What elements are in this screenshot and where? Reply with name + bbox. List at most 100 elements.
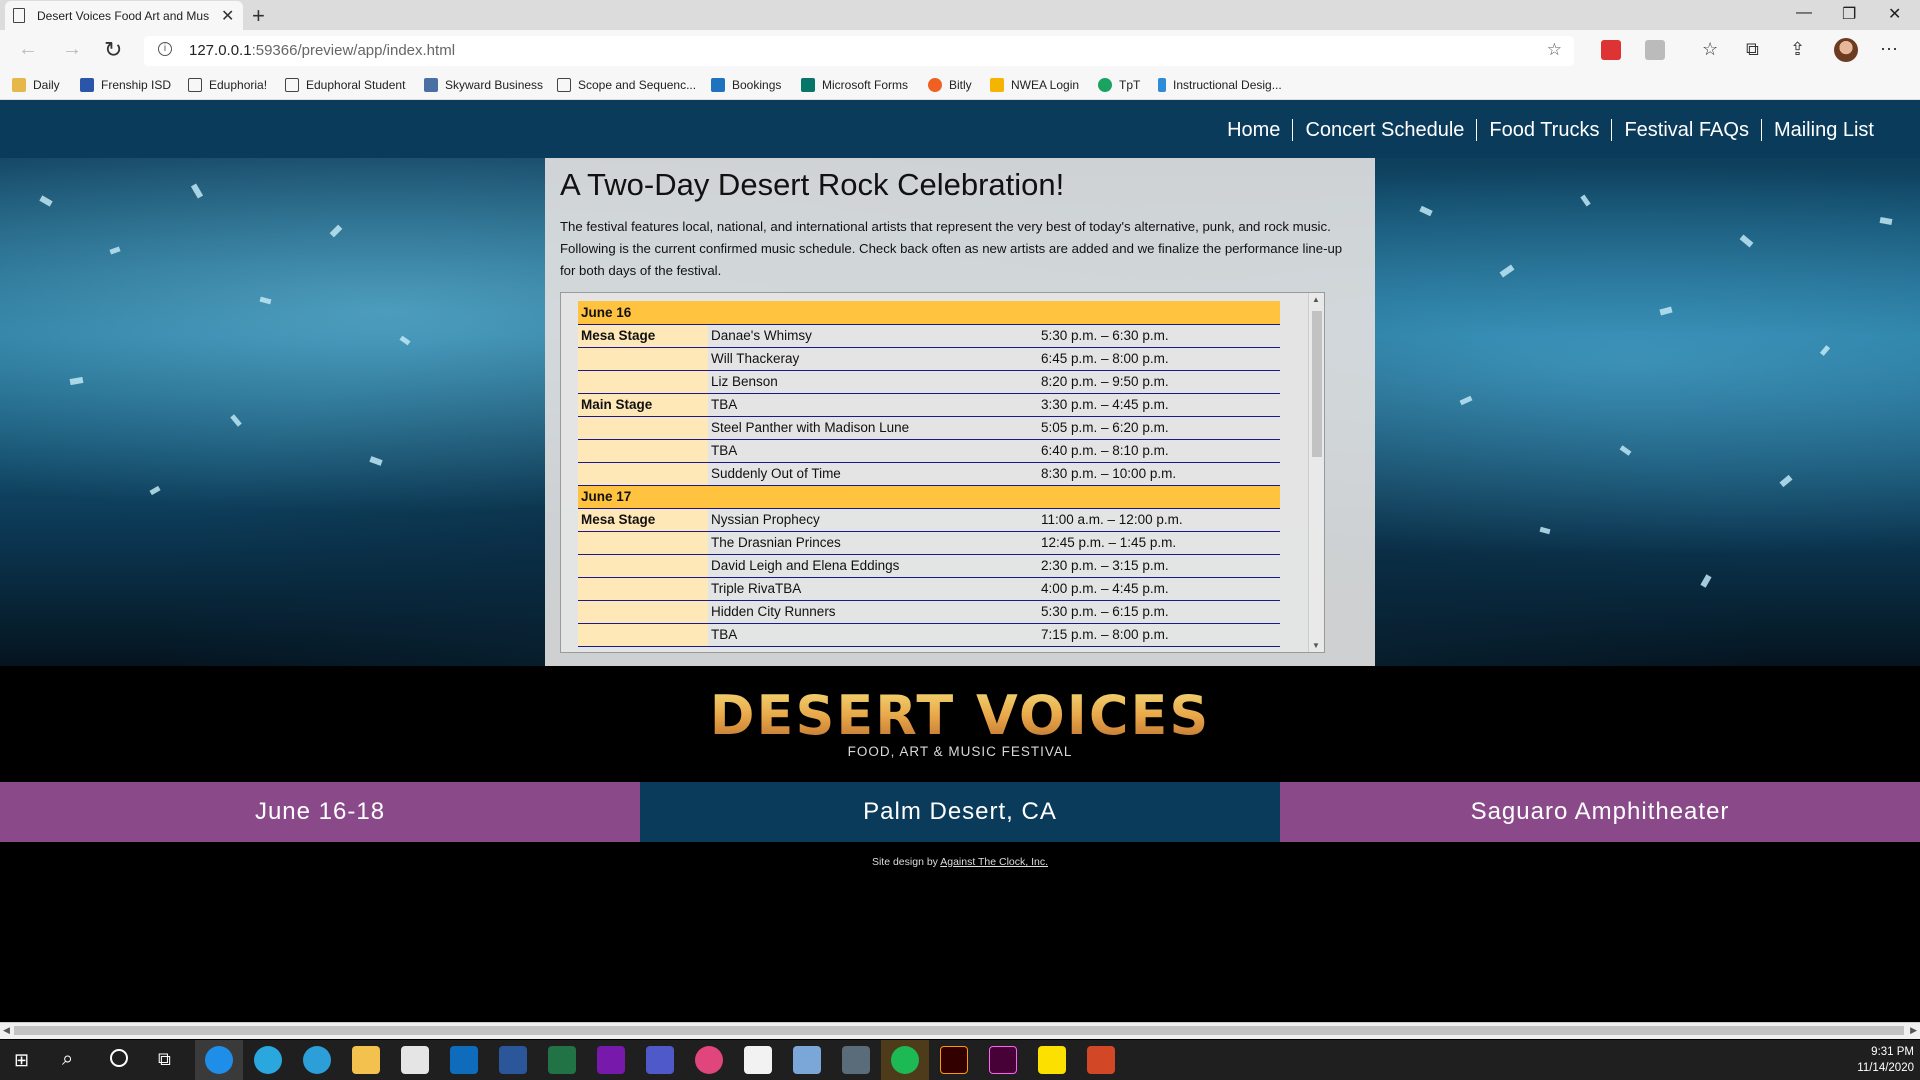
edge-dev-icon[interactable] bbox=[303, 1046, 331, 1074]
address-bar-row: ← → ↻ i 127.0.0.1:59366/preview/app/inde… bbox=[0, 30, 1920, 72]
horizontal-scrollbar-thumb[interactable] bbox=[14, 1026, 1904, 1035]
close-window-icon[interactable]: ✕ bbox=[1888, 4, 1901, 24]
table-row: Triple RivaTBA 4:00 p.m. – 4:45 p.m. bbox=[578, 577, 1280, 601]
teams-icon[interactable] bbox=[646, 1046, 674, 1074]
minimize-icon[interactable]: — bbox=[1796, 4, 1812, 22]
scroll-up-icon[interactable]: ▲ bbox=[1312, 295, 1320, 304]
festival-dates: June 16-18 bbox=[0, 782, 640, 842]
bookmark-item[interactable]: Bitly bbox=[928, 78, 972, 92]
scroll-down-icon[interactable]: ▼ bbox=[1312, 641, 1320, 650]
system-clock[interactable]: 9:31 PM 11/14/2020 bbox=[1857, 1044, 1914, 1076]
bookmark-item[interactable]: Frenship ISD bbox=[80, 78, 171, 92]
horizontal-scrollbar[interactable]: ◀ ▶ bbox=[0, 1022, 1920, 1039]
edge-beta-icon[interactable] bbox=[254, 1046, 282, 1074]
schedule-scroll-box[interactable]: June 16 Mesa Stage Danae's Whimsy 5:30 p.m… bbox=[560, 292, 1325, 653]
site-info-icon[interactable]: i bbox=[158, 42, 172, 56]
back-icon[interactable]: ← bbox=[18, 38, 38, 61]
reload-icon[interactable]: ↻ bbox=[104, 37, 122, 63]
new-tab-button[interactable]: + bbox=[252, 3, 265, 29]
hero-background: A Two-Day Desert Rock Celebration! The f… bbox=[0, 158, 1920, 666]
extension-icon[interactable] bbox=[1645, 40, 1665, 60]
nav-food-trucks[interactable]: Food Trucks bbox=[1476, 119, 1611, 141]
table-row: June 17 bbox=[578, 485, 1280, 509]
outlook-icon[interactable] bbox=[450, 1046, 478, 1074]
bookmark-item[interactable]: Instructional Desig... bbox=[1158, 78, 1282, 92]
table-row: Will Thackeray 6:45 p.m. – 8:00 p.m. bbox=[578, 347, 1280, 371]
bookmark-item[interactable]: Eduphoral Student bbox=[285, 78, 405, 92]
task-view-icon[interactable]: ⧉ bbox=[158, 1049, 171, 1070]
address-input[interactable]: i 127.0.0.1:59366/preview/app/index.html… bbox=[144, 36, 1574, 66]
bookmark-item[interactable]: TpT bbox=[1098, 78, 1140, 92]
table-row: Liz Benson 8:20 p.m. – 9:50 p.m. bbox=[578, 370, 1280, 394]
excel-icon[interactable] bbox=[548, 1046, 576, 1074]
calculator-icon[interactable] bbox=[793, 1046, 821, 1074]
schedule-scrollbar[interactable]: ▲ ▼ bbox=[1308, 293, 1324, 652]
festival-city: Palm Desert, CA bbox=[640, 782, 1280, 842]
festival-venue: Saguaro Amphitheater bbox=[1280, 782, 1920, 842]
more-menu-icon[interactable]: ⋯ bbox=[1880, 39, 1898, 60]
browser-tab-strip: Desert Voices Food Art and Mus ✕ + — ❐ ✕ bbox=[0, 0, 1920, 30]
bookmark-item[interactable]: Scope and Sequenc... bbox=[557, 78, 696, 92]
logo-wordmark: DESERT VOICES bbox=[0, 684, 1920, 747]
close-tab-icon[interactable]: ✕ bbox=[221, 6, 234, 26]
festival-info-bar: June 16-18 Palm Desert, CA Saguaro Amphi… bbox=[0, 782, 1920, 842]
favorite-star-icon[interactable]: ☆ bbox=[1547, 40, 1562, 60]
table-row: Main Stage TBA 3:30 p.m. – 4:45 p.m. bbox=[578, 393, 1280, 417]
profile-avatar[interactable] bbox=[1834, 38, 1858, 62]
table-row: Hidden City Runners 5:30 p.m. – 6:15 p.m. bbox=[578, 600, 1280, 624]
intro-paragraph: The festival features local, national, a… bbox=[560, 219, 1343, 278]
presentation-icon[interactable] bbox=[1087, 1046, 1115, 1074]
cortana-icon[interactable] bbox=[110, 1049, 128, 1067]
favorites-icon[interactable]: ☆ bbox=[1702, 39, 1718, 60]
bookmark-item[interactable]: Microsoft Forms bbox=[801, 78, 908, 92]
page-heading: A Two-Day Desert Rock Celebration! bbox=[560, 167, 1065, 202]
spotify-icon[interactable] bbox=[891, 1046, 919, 1074]
table-row: Steel Panther with Madison Lune 5:05 p.m.… bbox=[578, 416, 1280, 440]
festival-logo: DESERT VOICES FOOD, ART & MUSIC FESTIVAL bbox=[0, 666, 1920, 782]
nav-mailing-list[interactable]: Mailing List bbox=[1760, 119, 1886, 141]
bookmark-item[interactable]: Bookings bbox=[711, 78, 781, 92]
concert-schedule-table: June 16 Mesa Stage Danae's Whimsy 5:30 p.m… bbox=[578, 301, 1280, 647]
scrollbar-thumb[interactable] bbox=[1312, 311, 1322, 457]
table-row: Mesa Stage Nyssian Prophecy 11:00 a.m. – 1… bbox=[578, 508, 1280, 532]
site-credit: Site design by Against The Clock, Inc. bbox=[871, 856, 1049, 868]
nav-festival-faqs[interactable]: Festival FAQs bbox=[1611, 119, 1760, 141]
logo-tagline: FOOD, ART & MUSIC FESTIVAL bbox=[847, 744, 1073, 759]
windows-start-icon[interactable]: ⊞ bbox=[14, 1050, 29, 1071]
bookmark-item[interactable]: Skyward Business bbox=[424, 78, 543, 92]
table-row: David Leigh and Elena Eddings 2:30 p.m. –… bbox=[578, 554, 1280, 578]
scroll-right-icon[interactable]: ▶ bbox=[1910, 1025, 1917, 1036]
illustrator-icon[interactable] bbox=[940, 1046, 968, 1074]
word-icon[interactable] bbox=[499, 1046, 527, 1074]
table-row: Suddenly Out of Time 8:30 p.m. – 10:00 p.… bbox=[578, 462, 1280, 486]
url-text: 127.0.0.1:59366/preview/app/index.html bbox=[189, 42, 456, 59]
bookmark-item[interactable]: Eduphoria! bbox=[188, 78, 267, 92]
search-icon[interactable]: ⌕ bbox=[62, 1048, 73, 1071]
dreamweaver-icon[interactable] bbox=[989, 1046, 1017, 1074]
file-explorer-icon[interactable] bbox=[352, 1046, 380, 1074]
browser-tab[interactable]: Desert Voices Food Art and Mus ✕ bbox=[5, 1, 243, 30]
restore-icon[interactable]: ❐ bbox=[1842, 4, 1856, 24]
creative-cloud-icon[interactable] bbox=[695, 1046, 723, 1074]
table-row: June 16 bbox=[578, 301, 1280, 325]
snip-icon[interactable] bbox=[842, 1046, 870, 1074]
bookmark-item[interactable]: NWEA Login bbox=[990, 78, 1079, 92]
notepad-icon[interactable] bbox=[744, 1046, 772, 1074]
nav-home[interactable]: Home bbox=[1215, 119, 1292, 141]
table-row: TBA 6:40 p.m. – 8:10 p.m. bbox=[578, 439, 1280, 463]
extension-icon[interactable] bbox=[1601, 40, 1621, 60]
store-icon[interactable] bbox=[401, 1046, 429, 1074]
share-icon[interactable]: ⇪ bbox=[1790, 39, 1805, 60]
edge-icon[interactable] bbox=[205, 1046, 233, 1074]
onenote-icon[interactable] bbox=[597, 1046, 625, 1074]
forward-icon[interactable]: → bbox=[62, 38, 82, 61]
windows-taskbar: ⊞ ⌕ ⧉ 9:31 PM 11/14/2020 bbox=[0, 1040, 1920, 1080]
scroll-left-icon[interactable]: ◀ bbox=[3, 1025, 10, 1036]
main-content-panel: A Two-Day Desert Rock Celebration! The f… bbox=[545, 158, 1375, 666]
credit-link[interactable]: Against The Clock, Inc. bbox=[940, 856, 1048, 868]
table-row: Mesa Stage Danae's Whimsy 5:30 p.m. – 6:30… bbox=[578, 324, 1280, 348]
collections-icon[interactable]: ⧉ bbox=[1746, 39, 1759, 60]
sticky-notes-icon[interactable] bbox=[1038, 1046, 1066, 1074]
nav-concert-schedule[interactable]: Concert Schedule bbox=[1292, 119, 1476, 141]
bookmark-item[interactable]: Daily bbox=[12, 78, 60, 92]
